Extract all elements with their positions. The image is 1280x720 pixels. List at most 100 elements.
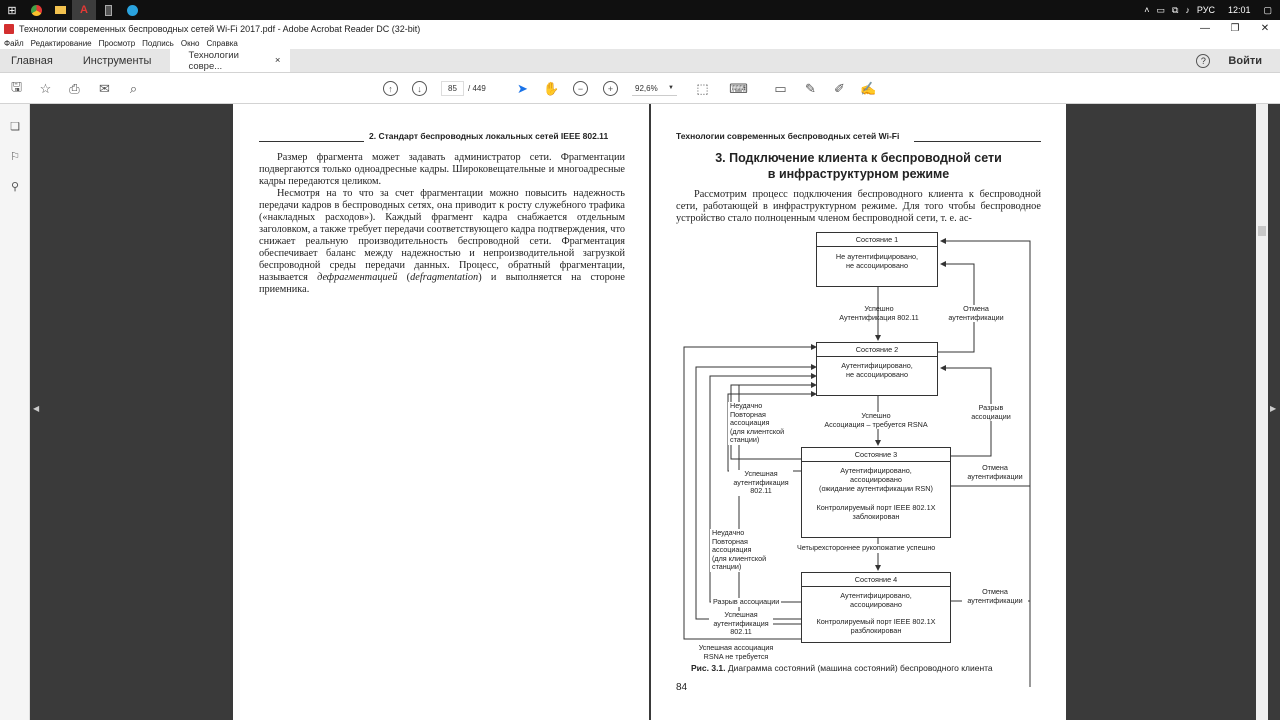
next-page-icon[interactable]: ↓ [412, 81, 427, 96]
tab-tools[interactable]: Инструменты [72, 49, 163, 72]
figure-caption: Рис. 3.1. Диаграмма состояний (машина со… [691, 663, 993, 673]
language-indicator[interactable]: РУС [1197, 5, 1215, 15]
tab-bar: Главная Инструменты Технологии совре... … [0, 49, 1280, 73]
transition-label: Неудачно Повторная ассоциация (для клиентск… [728, 401, 785, 445]
state-1-desc-2: не ассоциировано [846, 261, 908, 270]
zoom-value: 92,6% [635, 83, 658, 93]
highlight-pen-icon[interactable]: ✎ [802, 80, 819, 97]
help-icon[interactable]: ? [1196, 53, 1211, 68]
transition-label: Четырехстороннее рукопожатие успешно [797, 543, 936, 553]
transition-label: Отмена аутентификации [962, 587, 1028, 605]
chevron-down-icon: ▼ [668, 85, 674, 91]
bookmarks-icon[interactable]: ⚐ [8, 150, 22, 164]
network-icon[interactable]: ⧉ [1172, 5, 1178, 16]
state-4-desc-3: Контролируемый порт IEEE 802.1X [816, 617, 936, 626]
signin-button[interactable]: Войти [1228, 55, 1262, 67]
transition-label: Успешно Аутентификация 802.11 [839, 304, 919, 322]
tab-close-icon[interactable]: × [275, 55, 281, 66]
state-3-desc-5: заблокирован [852, 512, 900, 521]
scrollbar-thumb[interactable] [1258, 226, 1266, 236]
tab-document[interactable]: Технологии совре... × [170, 49, 291, 72]
state-2-desc-1: Аутентифицировано, [841, 361, 913, 370]
collapse-right-pane-icon[interactable]: ▶ [1270, 404, 1276, 413]
window-title: Технологии современных беспроводных сете… [19, 23, 421, 34]
menu-view[interactable]: Просмотр [99, 39, 136, 48]
transition-label: Успешная ассоциация RSNA не требуется [689, 643, 783, 661]
sign-icon[interactable]: ✍ [860, 80, 877, 97]
tray-monitor-icon[interactable]: ▭ [1156, 5, 1165, 16]
tray-chevron-icon[interactable]: ˄ [1144, 5, 1149, 15]
page-thumbnails-icon[interactable]: ❏ [8, 120, 22, 134]
close-window-button[interactable]: ✕ [1250, 23, 1280, 34]
bookmark-star-icon[interactable]: ☆ [37, 80, 54, 97]
hand-tool-icon[interactable]: ✋ [543, 80, 560, 97]
transition-label: Успешно Ассоциация – требуется RSNA [824, 411, 928, 429]
menu-file[interactable]: Файл [4, 39, 24, 48]
state-2-title: Состояние 2 [817, 343, 937, 357]
menu-edit[interactable]: Редактирование [31, 39, 92, 48]
state-3-desc-2: ассоциировано [850, 475, 902, 484]
state-4-desc-1: Аутентифицировано, [840, 591, 912, 600]
pdf-page-left: 2. Стандарт беспроводных локальных сетей… [233, 104, 649, 720]
print-icon[interactable]: ⎙ [66, 80, 83, 97]
tab-document-label: Технологии совре... [188, 49, 239, 72]
clock[interactable]: 12:01 [1228, 5, 1251, 15]
chrome-taskbar-icon[interactable] [24, 0, 48, 20]
select-cursor-icon[interactable]: ➤ [514, 80, 531, 97]
paragraph: Несмотря на то что за счет фрагментации … [259, 188, 625, 295]
header-rule [259, 141, 364, 142]
state-3-desc-1: Аутентифицировано, [840, 466, 912, 475]
menu-sign[interactable]: Подпись [142, 39, 174, 48]
menu-window[interactable]: Окно [181, 39, 200, 48]
scroll-mode-icon[interactable]: ⌨ [729, 80, 748, 97]
collapse-left-pane-icon[interactable]: ◀ [33, 404, 39, 413]
state-3-desc-4: Контролируемый порт IEEE 802.1X [816, 503, 936, 512]
state-4-box: Состояние 4 Аутентифицировано, ассоцииро… [801, 572, 951, 643]
comment-icon[interactable]: ▭ [772, 80, 789, 97]
app-taskbar-icon[interactable] [96, 0, 120, 20]
state-3-title: Состояние 3 [802, 448, 950, 462]
zoom-dropdown[interactable]: 92,6% ▼ [632, 81, 677, 96]
transition-label: Успешная аутентификация 802.11 [709, 610, 773, 637]
transition-label: Успешная аутентификация 802.11 [729, 469, 793, 496]
acrobat-taskbar-icon[interactable]: A [72, 0, 96, 20]
start-menu-icon[interactable]: ⊞ [0, 0, 24, 20]
transition-label: Разрыв ассоциации [711, 597, 782, 607]
save-icon[interactable]: 🖫 [8, 79, 25, 97]
page-total: / 449 [468, 84, 486, 93]
previous-page-icon[interactable]: ↑ [383, 81, 398, 96]
notifications-icon[interactable]: ▢ [1263, 5, 1272, 16]
page-number-input[interactable]: 85 [441, 81, 464, 96]
fit-page-icon[interactable]: ⬚ [694, 80, 711, 97]
draw-icon[interactable]: ✐ [831, 80, 848, 97]
zoom-in-icon[interactable]: + [603, 81, 618, 96]
main-toolbar: 🖫 ☆ ⎙ ✉ ⌕ ↑ ↓ 85 / 449 ➤ ✋ − + 92,6% ▼ ⬚… [0, 73, 1280, 104]
state-1-title: Состояние 1 [817, 233, 937, 247]
state-2-desc-2: не ассоциировано [846, 370, 908, 379]
windows-taskbar: ⊞ A ˄ ▭ ⧉ ♪ РУС 12:01 ▢ [0, 0, 1280, 20]
menu-bar: Файл Редактирование Просмотр Подпись Окн… [0, 37, 1280, 49]
transition-label: Разрыв ассоциации [969, 403, 1013, 421]
search-icon[interactable]: ⌕ [125, 80, 142, 97]
pdf-page-right: Технологии современных беспроводных сете… [651, 104, 1066, 720]
email-icon[interactable]: ✉ [96, 80, 113, 97]
telegram-taskbar-icon[interactable] [120, 0, 144, 20]
menu-help[interactable]: Справка [206, 39, 237, 48]
navigation-pane: ❏ ⚐ ⚲ [0, 104, 30, 720]
volume-icon[interactable]: ♪ [1185, 5, 1190, 15]
minimize-button[interactable]: — [1190, 23, 1220, 34]
vertical-scrollbar[interactable] [1256, 104, 1268, 720]
file-explorer-taskbar-icon[interactable] [48, 0, 72, 20]
zoom-out-icon[interactable]: − [573, 81, 588, 96]
acrobat-app-icon [4, 23, 14, 34]
system-tray: ˄ ▭ ⧉ ♪ РУС 12:01 ▢ [1144, 5, 1280, 16]
restore-button[interactable]: ❐ [1220, 23, 1250, 34]
tab-home[interactable]: Главная [0, 49, 64, 72]
state-2-box: Состояние 2 Аутентифицировано, не ассоци… [816, 342, 938, 396]
transition-label: Отмена аутентификации [962, 463, 1028, 481]
transition-label: Отмена аутентификации [943, 304, 1009, 322]
state-1-box: Состояние 1 Не аутентифицировано, не асс… [816, 232, 938, 287]
window-titlebar: Технологии современных беспроводных сете… [0, 20, 1280, 37]
attachments-icon[interactable]: ⚲ [8, 180, 22, 194]
state-3-desc-3: (ожидание аутентификации RSN) [819, 484, 933, 493]
